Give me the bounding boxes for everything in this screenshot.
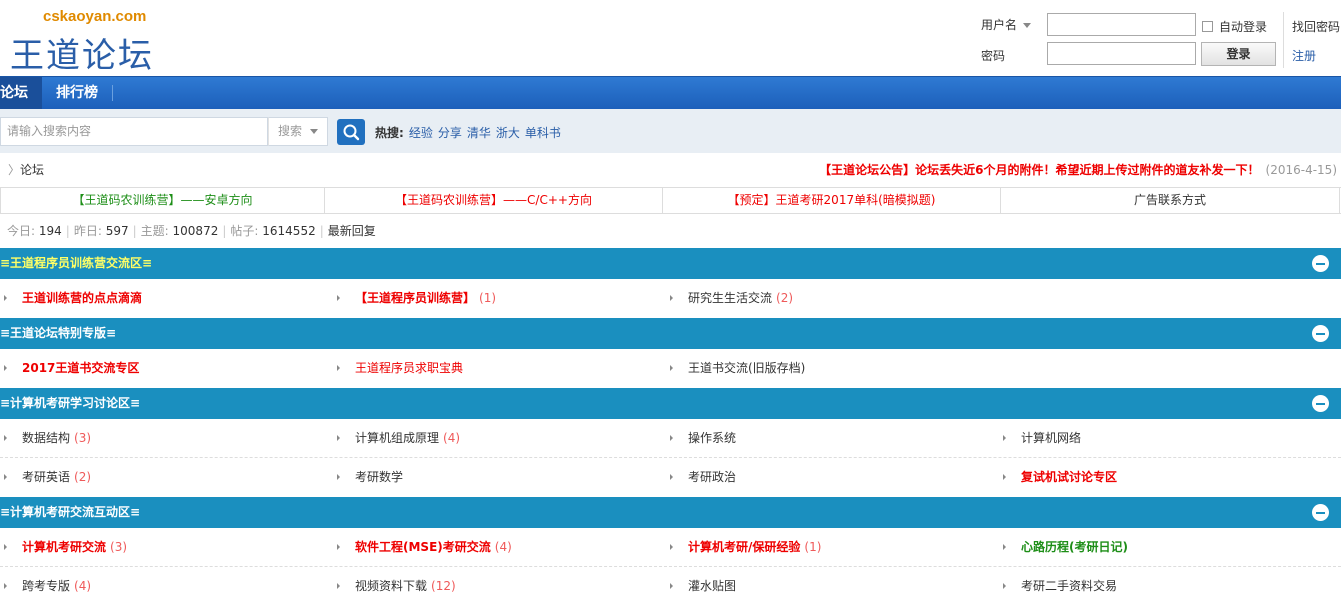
forum-item[interactable]: 计算机考研交流 (3)	[0, 528, 333, 566]
hot-search-item[interactable]: 分享	[438, 126, 462, 140]
search-bar: 请输入搜索内容 搜索 热搜: 经验 分享 清华 浙大 单科书	[0, 109, 1341, 153]
username-input[interactable]	[1047, 13, 1196, 36]
forum-item[interactable]: 考研政治	[666, 458, 999, 497]
forum-section: ≡计算机考研交流互动区≡ 计算机考研交流 (3) 软件工程(MSE)考研交流 (4)…	[0, 497, 1341, 606]
section-title[interactable]: ≡王道程序员训练营交流区≡	[0, 248, 152, 279]
forum-item[interactable]: 复试机试讨论专区	[999, 458, 1332, 497]
chevron-down-icon	[310, 129, 319, 134]
ad-link[interactable]: 【预定】王道考研2017单科(暗模拟题)	[663, 188, 1001, 213]
announcement-text[interactable]: 【王道论坛公告】论坛丢失近6个月的附件！希望近期上传过附件的道友补发一下！	[819, 163, 1259, 177]
hot-search-item[interactable]: 浙大	[496, 126, 520, 140]
section-header: ≡计算机考研交流互动区≡	[0, 497, 1341, 528]
forum-item[interactable]: 操作系统	[666, 419, 999, 457]
forum-item[interactable]: 计算机组成原理 (4)	[333, 419, 666, 457]
section-header: ≡王道程序员训练营交流区≡	[0, 248, 1341, 279]
username-label[interactable]: 用户名	[981, 16, 1032, 33]
search-scope-select[interactable]: 搜索	[268, 117, 328, 146]
main-nav: 论坛 排行榜	[0, 76, 1341, 109]
forum-item[interactable]: 考研二手资料交易	[999, 567, 1332, 606]
register-link[interactable]: 注册	[1292, 47, 1316, 64]
forum-item[interactable]: 2017王道书交流专区	[0, 349, 333, 388]
site-logo[interactable]: cskaoyan.com 王道论坛	[8, 8, 168, 76]
forum-item[interactable]: 跨考专版 (4)	[0, 567, 333, 606]
auto-login-label: 自动登录	[1219, 20, 1268, 34]
forum-item[interactable]: 数据结构 (3)	[0, 419, 333, 457]
forum-item[interactable]: 【王道程序员训练营】 (1)	[333, 279, 666, 318]
breadcrumb-current[interactable]: 论坛	[20, 163, 44, 177]
forum-item[interactable]: 王道训练营的点点滴滴	[0, 279, 333, 318]
forum-section: ≡王道程序员训练营交流区≡ 王道训练营的点点滴滴 【王道程序员训练营】 (1) 研…	[0, 248, 1341, 318]
search-input[interactable]: 请输入搜索内容	[0, 117, 268, 146]
announcement: 【王道论坛公告】论坛丢失近6个月的附件！希望近期上传过附件的道友补发一下！ (20…	[819, 153, 1337, 187]
forum-item[interactable]: 王道书交流(旧版存档)	[666, 349, 999, 388]
forum-row: 2017王道书交流专区 王道程序员求职宝典 王道书交流(旧版存档)	[0, 349, 1341, 388]
divider	[1283, 12, 1284, 68]
forum-stats: 今日: 194 | 昨日: 597 | 主题: 100872 | 帖子: 1614552 | 最…	[7, 224, 376, 238]
stat-yesterday: 597	[105, 224, 129, 238]
breadcrumb-separator: 〉	[8, 163, 21, 177]
collapse-icon[interactable]	[1312, 395, 1329, 412]
stat-topics: 100872	[172, 224, 219, 238]
forum-section: ≡王道论坛特别专版≡ 2017王道书交流专区 王道程序员求职宝典 王道书交流(旧…	[0, 318, 1341, 388]
auto-login-checkbox[interactable]	[1202, 21, 1213, 32]
collapse-icon[interactable]	[1312, 504, 1329, 521]
hot-search: 热搜: 经验 分享 清华 浙大 单科书	[375, 124, 561, 141]
forum-item[interactable]: 考研数学	[333, 458, 666, 497]
forum-item[interactable]: 考研英语 (2)	[0, 458, 333, 497]
forum-section: ≡计算机考研学习讨论区≡ 数据结构 (3) 计算机组成原理 (4) 操作系统 计算机…	[0, 388, 1341, 497]
breadcrumb: 〉论坛	[8, 153, 44, 187]
nav-item-forum[interactable]: 论坛	[0, 77, 42, 109]
section-title[interactable]: ≡计算机考研学习讨论区≡	[0, 388, 140, 419]
forum-row: 计算机考研交流 (3) 软件工程(MSE)考研交流 (4) 计算机考研/保研经验 (1…	[0, 528, 1341, 567]
forum-item[interactable]: 王道程序员求职宝典	[333, 349, 666, 388]
forum-item[interactable]: 心路历程(考研日记)	[999, 528, 1332, 566]
collapse-icon[interactable]	[1312, 325, 1329, 342]
login-form: 用户名 自动登录 密码 登录 找回密码 注册	[971, 10, 1341, 70]
forum-row: 考研英语 (2) 考研数学 考研政治 复试机试讨论专区	[0, 458, 1341, 497]
login-button[interactable]: 登录	[1201, 42, 1276, 66]
nav-item-ranking[interactable]: 排行榜	[42, 77, 112, 109]
password-input[interactable]	[1047, 42, 1196, 65]
forum-item[interactable]: 研究生生活交流 (2)	[666, 279, 999, 318]
forum-sections: ≡王道程序员训练营交流区≡ 王道训练营的点点滴滴 【王道程序员训练营】 (1) 研…	[0, 248, 1341, 606]
hot-search-item[interactable]: 经验	[409, 126, 433, 140]
forum-item[interactable]: 视频资料下载 (12)	[333, 567, 666, 606]
hot-search-label: 热搜:	[375, 126, 404, 140]
password-label: 密码	[981, 49, 1006, 63]
logo-name: 王道论坛	[10, 36, 154, 76]
chevron-down-icon	[1023, 23, 1032, 28]
search-button[interactable]	[337, 119, 365, 145]
nav-divider	[112, 85, 113, 101]
search-icon	[343, 124, 360, 141]
breadcrumb-bar: 〉论坛 【王道论坛公告】论坛丢失近6个月的附件！希望近期上传过附件的道友补发一下…	[0, 153, 1341, 187]
forum-item[interactable]: 计算机考研/保研经验 (1)	[666, 528, 999, 566]
forgot-password-link[interactable]: 找回密码	[1292, 18, 1340, 35]
forum-item[interactable]: 灌水贴图	[666, 567, 999, 606]
stat-today: 194	[38, 224, 62, 238]
section-title[interactable]: ≡王道论坛特别专版≡	[0, 318, 116, 349]
ad-link[interactable]: 广告联系方式	[1001, 188, 1340, 213]
collapse-icon[interactable]	[1312, 255, 1329, 272]
section-title[interactable]: ≡计算机考研交流互动区≡	[0, 497, 140, 528]
announcement-date: (2016-4-15)	[1265, 163, 1337, 177]
forum-row: 数据结构 (3) 计算机组成原理 (4) 操作系统 计算机网络	[0, 419, 1341, 458]
stat-posts: 1614552	[262, 224, 316, 238]
forum-row: 跨考专版 (4) 视频资料下载 (12) 灌水贴图 考研二手资料交易	[0, 567, 1341, 606]
hot-search-item[interactable]: 单科书	[525, 126, 561, 140]
header: cskaoyan.com 王道论坛 用户名 自动登录 密码 登录 找回密码 注册	[0, 0, 1341, 76]
forum-item[interactable]: 软件工程(MSE)考研交流 (4)	[333, 528, 666, 566]
hot-search-item[interactable]: 清华	[467, 126, 491, 140]
ad-bar: 【王道码农训练营】——安卓方向 【王道码农训练营】——C/C++方向 【预定】王…	[0, 187, 1341, 214]
forum-row: 王道训练营的点点滴滴 【王道程序员训练营】 (1) 研究生生活交流 (2)	[0, 279, 1341, 318]
ad-link[interactable]: 【王道码农训练营】——C/C++方向	[325, 188, 663, 213]
latest-replies-link[interactable]: 最新回复	[328, 224, 376, 238]
section-header: ≡计算机考研学习讨论区≡	[0, 388, 1341, 419]
section-header: ≡王道论坛特别专版≡	[0, 318, 1341, 349]
ad-link[interactable]: 【王道码农训练营】——安卓方向	[1, 188, 325, 213]
forum-item[interactable]: 计算机网络	[999, 419, 1332, 457]
logo-domain: cskaoyan.com	[43, 8, 147, 25]
